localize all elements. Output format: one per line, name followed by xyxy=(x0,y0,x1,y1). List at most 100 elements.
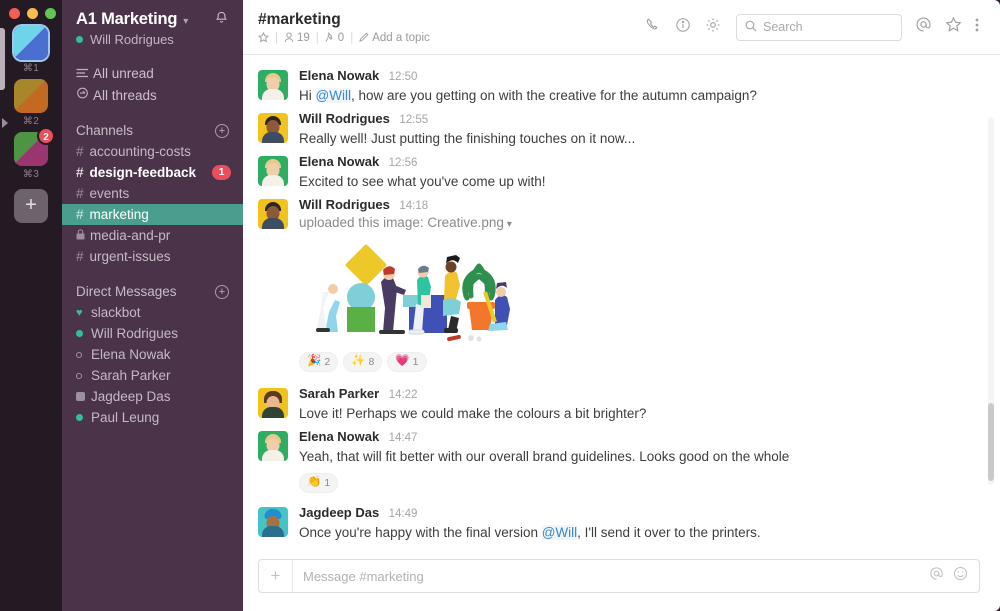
maximize-window-button[interactable] xyxy=(45,8,56,19)
message-text: Excited to see what you've come up with! xyxy=(299,172,980,191)
channel-name: events xyxy=(90,186,130,201)
avatar[interactable] xyxy=(258,70,288,100)
sidebar-item-accounting-costs[interactable]: # accounting-costs xyxy=(62,141,243,162)
avatar[interactable] xyxy=(258,113,288,143)
message-item: Jagdeep Das 14:49 Once you're happy with… xyxy=(243,502,1000,545)
message-author[interactable]: Elena Nowak xyxy=(299,154,379,169)
sidebar-item-sarah-parker[interactable]: Sarah Parker xyxy=(62,365,243,386)
search-input[interactable]: Search xyxy=(736,14,902,41)
message-text: Yeah, that will fit better with our over… xyxy=(299,447,980,466)
heart-icon: ♥ xyxy=(76,307,91,319)
workspace-tile-icon[interactable] xyxy=(14,26,48,60)
add-channel-button[interactable]: + xyxy=(215,124,229,138)
workspace-tile-icon[interactable] xyxy=(14,79,48,113)
avatar[interactable] xyxy=(258,156,288,186)
app-user-icon xyxy=(76,392,91,401)
sidebar-item-all-threads[interactable]: All threads xyxy=(62,84,243,106)
sidebar-resize-handle[interactable] xyxy=(0,28,5,90)
people-arranging-shapes-illustration[interactable] xyxy=(299,240,514,345)
info-icon[interactable] xyxy=(668,17,698,38)
add-workspace-button[interactable]: + xyxy=(14,189,48,223)
add-topic-button[interactable]: Add a topic xyxy=(359,32,430,44)
notifications-bell-icon[interactable] xyxy=(214,10,229,29)
channel-name: accounting-costs xyxy=(90,144,191,159)
close-window-button[interactable] xyxy=(9,8,20,19)
search-placeholder: Search xyxy=(763,20,803,34)
message-text: Really well! Just putting the finishing … xyxy=(299,129,980,148)
chevron-down-icon[interactable]: ▾ xyxy=(183,16,188,27)
workspace-switcher-3[interactable]: 2 ⌘3 xyxy=(14,132,48,180)
chevron-down-icon[interactable]: ▾ xyxy=(507,219,512,230)
message-list[interactable]: Elena Nowak 12:50 Hi @Will, how are you … xyxy=(243,55,1000,551)
gear-icon[interactable] xyxy=(698,17,728,38)
dms-group: Direct Messages + ♥ slackbot Will Rodrig… xyxy=(62,284,243,428)
workspace-name[interactable]: A1 Marketing xyxy=(76,10,177,29)
pins-count[interactable]: 0 xyxy=(325,32,344,44)
reaction-sparkles[interactable]: ✨ 8 xyxy=(343,352,382,372)
kebab-menu-icon[interactable] xyxy=(968,17,986,38)
dm-name: Paul Leung xyxy=(91,410,159,425)
message-item: Will Rodrigues 14:18 uploaded this image… xyxy=(243,194,1000,375)
party-popper-icon: 🎉 xyxy=(307,356,321,368)
sidebar-item-paul-leung[interactable]: Paul Leung xyxy=(62,407,243,428)
message-author[interactable]: Will Rodrigues xyxy=(299,111,390,126)
rail-collapse-arrow-icon[interactable] xyxy=(2,118,8,128)
message-author[interactable]: Will Rodrigues xyxy=(299,197,390,212)
reaction-clapping-hands[interactable]: 👏 1 xyxy=(299,473,338,493)
sidebar-item-slackbot[interactable]: ♥ slackbot xyxy=(62,302,243,323)
at-icon[interactable] xyxy=(908,16,938,38)
message-author[interactable]: Sarah Parker xyxy=(299,386,379,401)
reaction-party-popper[interactable]: 🎉 2 xyxy=(299,352,338,372)
reaction-count: 1 xyxy=(324,477,330,489)
sidebar-item-elena-nowak[interactable]: Elena Nowak xyxy=(62,344,243,365)
emoji-smile-icon[interactable] xyxy=(953,566,968,586)
at-icon[interactable] xyxy=(929,566,944,586)
sidebar-item-jagdeep-das[interactable]: Jagdeep Das xyxy=(62,386,243,407)
starred-items-icon[interactable] xyxy=(938,16,968,38)
clapping-hands-icon: 👏 xyxy=(307,477,321,489)
message-author[interactable]: Elena Nowak xyxy=(299,68,379,83)
reaction-growing-heart[interactable]: 💗 1 xyxy=(387,352,426,372)
presence-away-icon xyxy=(76,352,91,358)
message-text: Once you're happy with the final version… xyxy=(299,523,980,542)
slack-window: ⌘1 ⌘2 2 ⌘3 + A1 Marketing ▾ xyxy=(0,0,1000,611)
star-outline-icon[interactable] xyxy=(258,32,269,43)
avatar[interactable] xyxy=(258,388,288,418)
avatar[interactable] xyxy=(258,431,288,461)
minimize-window-button[interactable] xyxy=(27,8,38,19)
message-composer[interactable]: + Message #marketing xyxy=(258,559,980,593)
avatar[interactable] xyxy=(258,199,288,229)
sidebar-item-events[interactable]: # events xyxy=(62,183,243,204)
new-dm-button[interactable]: + xyxy=(215,285,229,299)
sidebar-item-urgent-issues[interactable]: # urgent-issues xyxy=(62,246,243,267)
message-author[interactable]: Jagdeep Das xyxy=(299,505,379,520)
sidebar-item-all-unread[interactable]: All unread xyxy=(62,63,243,84)
message-author[interactable]: Elena Nowak xyxy=(299,429,379,444)
sidebar-item-media-and-pr[interactable]: media-and-pr xyxy=(62,225,243,246)
message-input[interactable]: Message #marketing xyxy=(293,569,929,584)
page-title: #marketing xyxy=(258,11,638,29)
search-icon xyxy=(745,20,757,35)
sidebar-item-will-rodrigues[interactable]: Will Rodrigues xyxy=(62,323,243,344)
current-user-row[interactable]: Will Rodrigues xyxy=(76,32,229,47)
workspace-shortcut-label: ⌘2 xyxy=(23,116,39,127)
workspace-header: A1 Marketing ▾ Will Rodrigues xyxy=(62,8,243,47)
channel-header-info: #marketing | 19 | xyxy=(258,11,638,44)
avatar[interactable] xyxy=(258,507,288,537)
channel-name: urgent-issues xyxy=(90,249,171,264)
sidebar-item-marketing[interactable]: # marketing xyxy=(62,204,243,225)
user-mention[interactable]: @Will xyxy=(542,525,577,540)
channels-group-header: Channels + xyxy=(62,123,243,141)
phone-icon[interactable] xyxy=(638,17,668,38)
add-attachment-button[interactable]: + xyxy=(259,560,293,592)
dm-name: Elena Nowak xyxy=(91,347,171,362)
members-count[interactable]: 19 xyxy=(284,32,310,44)
sidebar-item-design-feedback[interactable]: # design-feedback 1 xyxy=(62,162,243,183)
file-upload-line: uploaded this image: Creative.png▾ xyxy=(299,215,980,230)
workspace-switcher-2[interactable]: ⌘2 xyxy=(14,79,48,127)
message-scrollbar-thumb[interactable] xyxy=(988,403,994,481)
add-topic-label: Add a topic xyxy=(372,32,430,44)
user-mention[interactable]: @Will xyxy=(316,88,351,103)
workspace-switcher-1[interactable]: ⌘1 xyxy=(14,26,48,74)
uploaded-filename[interactable]: Creative.png xyxy=(427,215,504,230)
